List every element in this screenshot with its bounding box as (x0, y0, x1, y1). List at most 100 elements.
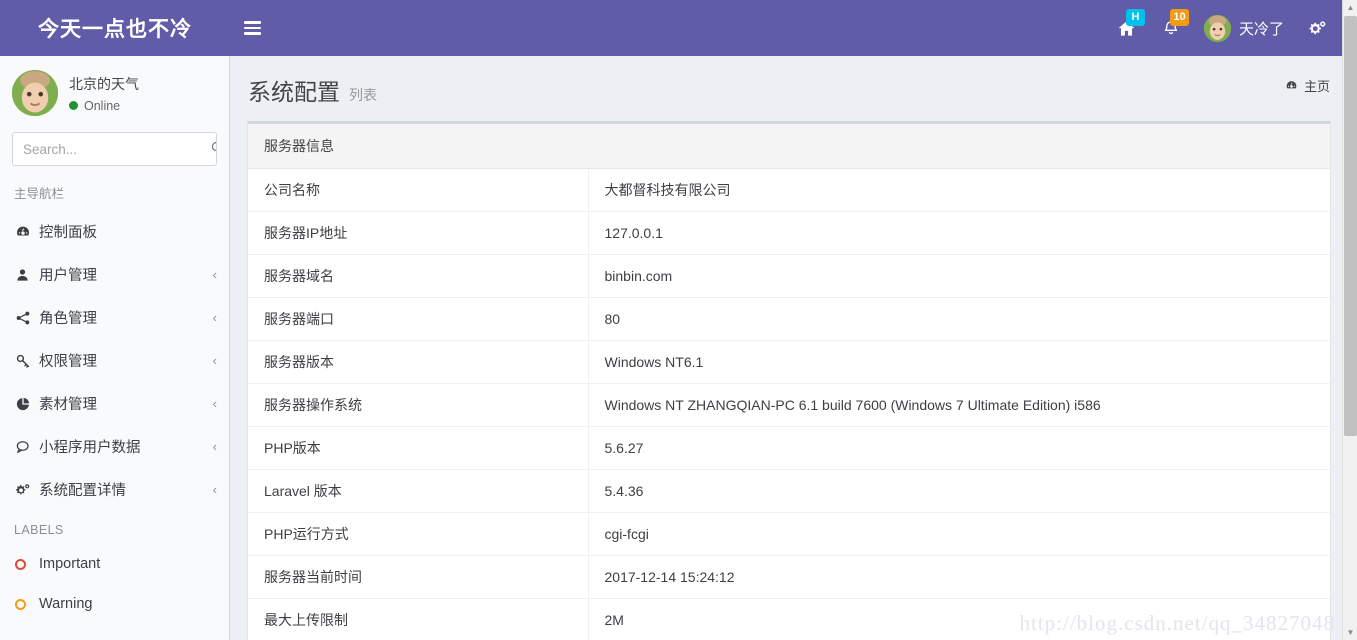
sidebar: 北京的天气 Online 主 (0, 56, 230, 640)
avatar-icon (1203, 14, 1231, 42)
table-cell-key: 服务器当前时间 (248, 555, 589, 599)
sidebar-user-info: 北京的天气 Online (69, 74, 139, 113)
sidebar-item-permission-management[interactable]: 权限管理 ‹ (0, 339, 229, 382)
chevron-left-icon: ‹ (212, 310, 217, 325)
scrollbar-thumb[interactable] (1344, 16, 1357, 436)
scroll-up-arrow-icon[interactable]: ▲ (1343, 0, 1357, 15)
avatar-icon (12, 70, 58, 116)
table-cell-value: Windows NT6.1 (588, 340, 1330, 384)
chevron-left-icon: ‹ (212, 439, 217, 454)
table-row: 服务器版本 Windows NT6.1 (248, 340, 1330, 384)
sidebar-item-user-management[interactable]: 用户管理 ‹ (0, 253, 229, 296)
sidebar-menu: 控制面板 用户管理 ‹ 角色管理 ‹ 权限管理 ‹ 素材管理 ‹ 小程序用户数据… (0, 210, 229, 511)
table-row: PHP运行方式 cgi-fcgi (248, 512, 1330, 556)
sidebar-item-material-management[interactable]: 素材管理 ‹ (0, 382, 229, 425)
table-cell-value: Windows NT ZHANGQIAN-PC 6.1 build 7600 (… (588, 383, 1330, 427)
main-content: 系统配置 列表 主页 服务器信息 公司名称 大都督科技有限公司 服务器IP地址 … (230, 56, 1348, 640)
settings-nav-button[interactable] (1295, 0, 1340, 56)
sidebar-search-wrap (0, 126, 229, 166)
home-nav-button[interactable]: H (1104, 0, 1149, 56)
table-cell-value: 5.4.36 (588, 469, 1330, 513)
table-cell-value: 127.0.0.1 (588, 211, 1330, 255)
sidebar-toggle-button[interactable] (230, 0, 274, 56)
page-scrollbar[interactable]: ▲ ▼ (1342, 0, 1357, 640)
sidebar-item-role-management[interactable]: 角色管理 ‹ (0, 296, 229, 339)
table-cell-value: cgi-fcgi (588, 512, 1330, 556)
table-cell-value: 2017-12-14 15:24:12 (588, 555, 1330, 599)
sidebar-item-label: 系统配置详情 (39, 483, 126, 499)
server-info-table-body: 公司名称 大都督科技有限公司 服务器IP地址 127.0.0.1 服务器域名 b… (248, 169, 1330, 640)
sidebar-user-status-label: Online (84, 98, 121, 113)
sidebar-user-status: Online (69, 99, 139, 113)
pie-chart-icon (15, 396, 39, 412)
brand-logo[interactable]: 今天一点也不冷 (0, 0, 230, 56)
app-root: 今天一点也不冷 H 10 天冷了 北京的天气 Online Search... … (0, 0, 1357, 640)
notifications-nav-button[interactable]: 10 (1149, 0, 1193, 56)
navbar-spacer (274, 0, 1104, 56)
table-cell-value: 80 (588, 297, 1330, 341)
sidebar-label-text: Warning (39, 596, 93, 612)
sidebar-item-label: 用户管理 (39, 268, 97, 284)
table-cell-key: 公司名称 (248, 169, 589, 212)
server-info-box: 服务器信息 公司名称 大都督科技有限公司 服务器IP地址 127.0.0.1 服… (247, 121, 1331, 640)
table-cell-key: 服务器版本 (248, 340, 589, 384)
table-row: 服务器当前时间 2017-12-14 15:24:12 (248, 555, 1330, 599)
user-icon (15, 267, 39, 283)
online-status-dot (69, 101, 78, 110)
home-badge: H (1125, 9, 1145, 26)
page-title: 系统配置 (248, 79, 340, 105)
chevron-left-icon: ‹ (212, 353, 217, 368)
hamburger-icon (243, 18, 261, 38)
brand-label: 今天一点也不冷 (38, 18, 192, 41)
table-cell-key: 服务器操作系统 (248, 383, 589, 427)
share-alt-icon (15, 310, 39, 326)
search-button[interactable] (210, 133, 216, 165)
table-row: 服务器操作系统 Windows NT ZHANGQIAN-PC 6.1 buil… (248, 383, 1330, 427)
table-row: Laravel 版本 5.4.36 (248, 469, 1330, 513)
sidebar-user-name: 北京的天气 (69, 75, 139, 92)
chevron-left-icon: ‹ (212, 267, 217, 282)
table-cell-key: 服务器域名 (248, 254, 589, 298)
user-menu-button[interactable]: 天冷了 (1193, 0, 1295, 56)
table-cell-key: PHP版本 (248, 426, 589, 470)
table-cell-value: 2M (588, 598, 1330, 640)
sidebar-labels-header: LABELS (14, 523, 64, 537)
content-header: 系统配置 列表 主页 (230, 56, 1348, 121)
sidebar-nav-header: 主导航栏 (14, 187, 65, 201)
table-cell-key: PHP运行方式 (248, 512, 589, 556)
cogs-icon (15, 482, 39, 498)
user-name-label: 天冷了 (1238, 20, 1284, 38)
comment-icon (15, 439, 39, 455)
table-cell-key: 服务器IP地址 (248, 211, 589, 255)
search-input[interactable] (13, 141, 210, 157)
key-icon (15, 353, 39, 369)
box-header-title: 服务器信息 (248, 124, 1330, 169)
circle-o-icon (15, 598, 26, 610)
search-box (12, 132, 217, 166)
chevron-left-icon: ‹ (212, 482, 217, 497)
sidebar-label-warning[interactable]: Warning (0, 584, 229, 624)
sidebar-user-panel[interactable]: 北京的天气 Online (0, 56, 229, 126)
sidebar-item-label: 小程序用户数据 (39, 440, 141, 456)
table-cell-key: 服务器端口 (248, 297, 589, 341)
cogs-icon (1308, 19, 1327, 38)
table-row: 服务器IP地址 127.0.0.1 (248, 211, 1330, 255)
chevron-left-icon: ‹ (212, 396, 217, 411)
sidebar-item-system-config[interactable]: 系统配置详情 ‹ (0, 468, 229, 511)
table-cell-key: 最大上传限制 (248, 598, 589, 640)
table-row: PHP版本 5.6.27 (248, 426, 1330, 470)
notifications-badge: 10 (1169, 9, 1189, 26)
sidebar-label-text: Important (39, 556, 101, 572)
server-info-table: 公司名称 大都督科技有限公司 服务器IP地址 127.0.0.1 服务器域名 b… (248, 169, 1330, 640)
search-icon (210, 140, 216, 158)
breadcrumb[interactable]: 主页 (1285, 76, 1330, 95)
scroll-down-arrow-icon[interactable]: ▼ (1343, 625, 1357, 640)
table-cell-key: Laravel 版本 (248, 469, 589, 513)
sidebar-label-important[interactable]: Important (0, 544, 229, 584)
table-cell-value: binbin.com (588, 254, 1330, 298)
sidebar-item-label: 控制面板 (39, 225, 97, 241)
dashboard-icon (15, 224, 39, 240)
navbar-right-group: H 10 天冷了 (1104, 0, 1348, 56)
sidebar-item-miniprogram-user-data[interactable]: 小程序用户数据 ‹ (0, 425, 229, 468)
sidebar-item-dashboard[interactable]: 控制面板 (0, 210, 229, 253)
